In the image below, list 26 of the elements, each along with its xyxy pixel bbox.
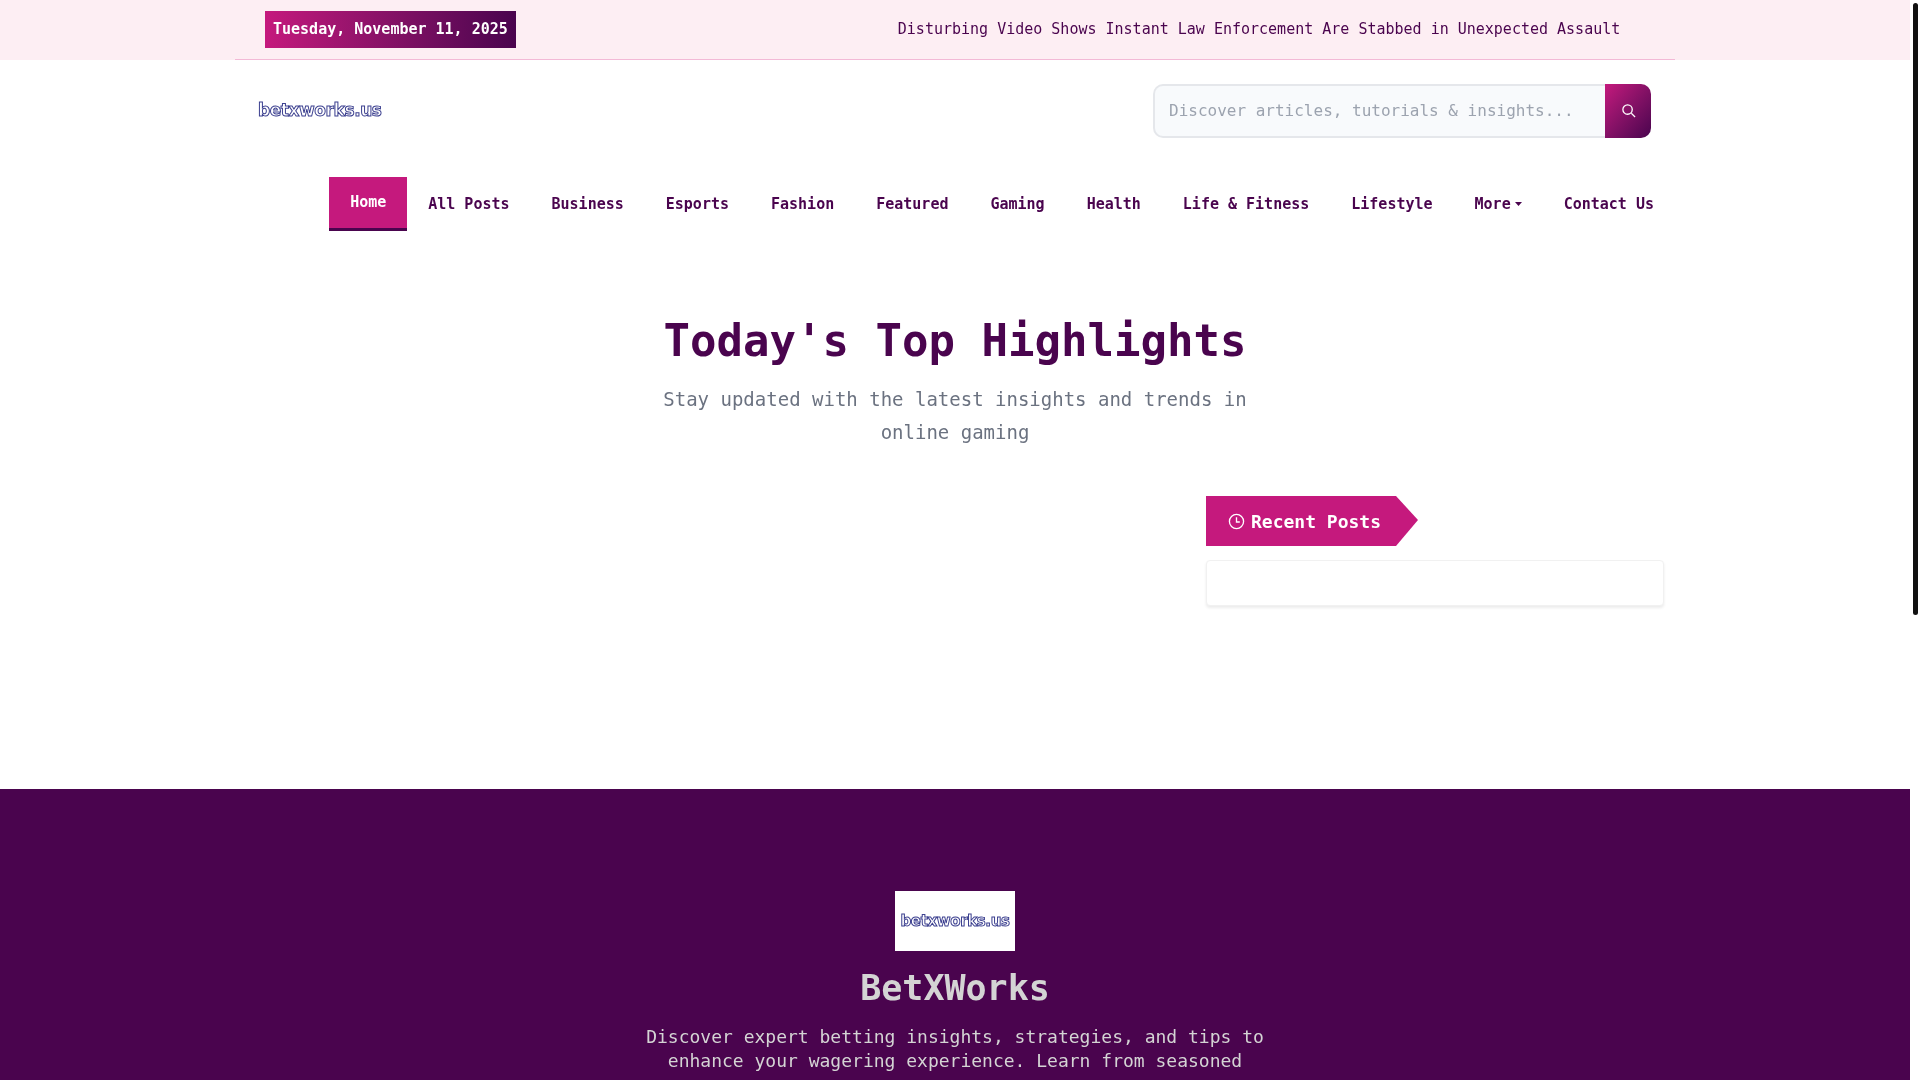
caret-icon [1514, 202, 1522, 206]
nav-tab[interactable]: All Posts [407, 177, 531, 231]
section-title: Today's Top Highlights [663, 314, 1247, 368]
nav-tab[interactable]: Contact Us [1542, 177, 1675, 231]
search-field[interactable]: Discover articles, tutorials & insights... [1153, 83, 1605, 138]
site-logo[interactable]: betxworks.us [258, 97, 382, 124]
clock-icon [1228, 512, 1245, 530]
news-ticker-headline[interactable]: Disturbing Video Shows Instant Law Enforcement Are Stabbed in Unexpected Assault [897, 18, 1621, 41]
nav-tab[interactable]: Business [530, 177, 645, 231]
nav-tab[interactable]: Gaming [969, 177, 1066, 231]
search-button[interactable] [1605, 83, 1651, 138]
footer-description: Discover expert betting insights, strategies, and tips to enhance your wagering experience. Learn from seasoned [645, 1025, 1265, 1073]
nav-tab[interactable]: Home [329, 177, 408, 231]
search-icon [1620, 103, 1636, 118]
nav-tab[interactable]: Fashion [750, 177, 856, 231]
nav-tab[interactable]: Life & Fitness [1161, 177, 1331, 231]
nav-tab[interactable]: Lifestyle [1330, 177, 1454, 231]
nav-tab[interactable]: Featured [855, 177, 970, 231]
nav-tab[interactable]: Esports [644, 177, 750, 231]
date-badge: Tuesday, November 11, 2025 [265, 11, 516, 48]
section-subtitle: Stay updated with the latest insights and trends in online gaming [662, 387, 1248, 445]
scrollbar-thumb[interactable] [1912, 3, 1918, 615]
nav-tab[interactable]: More [1453, 177, 1543, 231]
nav-tab[interactable]: Health [1065, 177, 1162, 231]
footer-logo: betxworks.us [895, 891, 1015, 951]
footer-site-name: BetXWorks [860, 967, 1050, 1010]
